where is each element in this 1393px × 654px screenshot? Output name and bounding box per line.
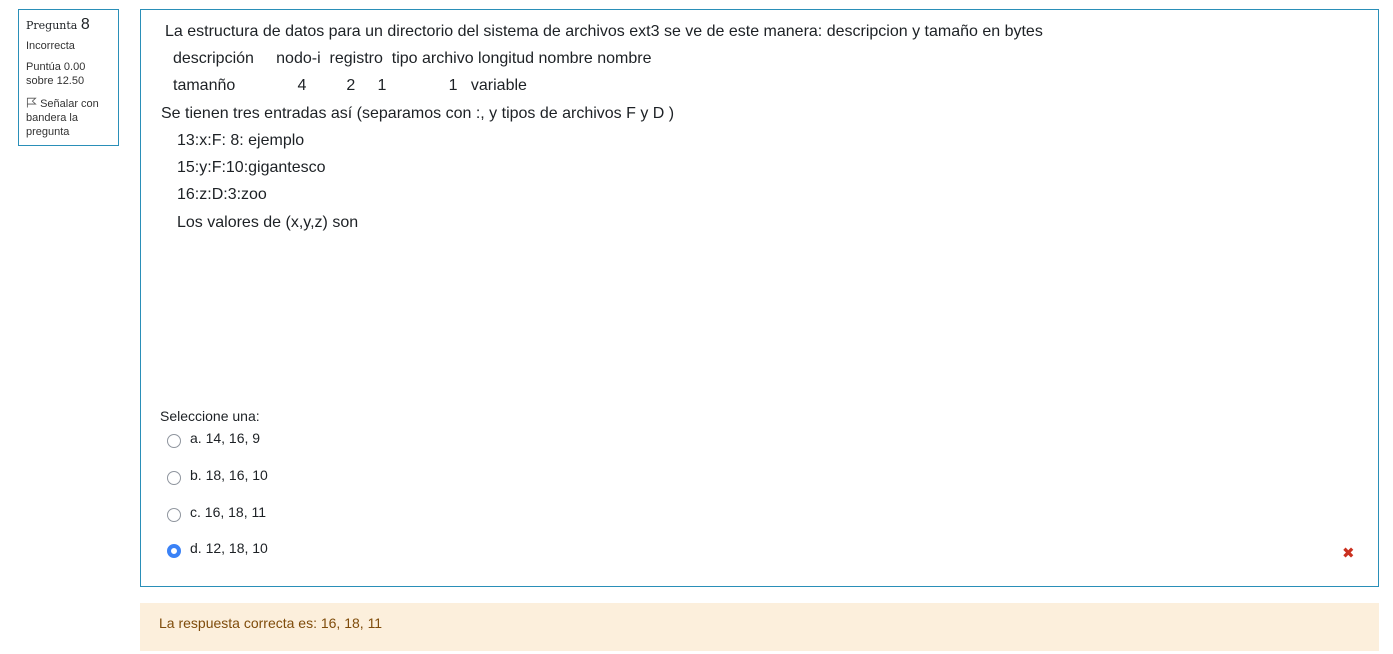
correct-answer-text: La respuesta correcta es: 16, 18, 11 — [159, 615, 383, 631]
radio-button[interactable] — [167, 471, 181, 485]
cross-icon: ✖ — [1342, 545, 1355, 562]
question-state: Incorrecta — [26, 40, 75, 52]
question-text-line: 15:y:F:10:gigantesco — [177, 159, 326, 176]
grade-line-2: sobre 12.50 — [26, 75, 85, 87]
answer-option-label: b. 18, 16, 10 — [190, 467, 268, 483]
answer-option-a[interactable]: a. 14, 16, 9 — [167, 428, 260, 448]
question-label: Pregunta — [26, 19, 78, 32]
answer-option-label: a. 14, 16, 9 — [190, 430, 261, 446]
radio-button[interactable] — [167, 434, 181, 448]
grade-line-1: Puntúa 0.00 — [26, 61, 86, 73]
question-text-line: Los valores de (x,y,z) son — [177, 214, 359, 231]
question-number: Pregunta 8 — [26, 16, 111, 33]
question-text-line: 16:z:D:3:zoo — [177, 186, 267, 203]
question-info-panel: Pregunta 8 Incorrecta Puntúa 0.00 sobre … — [18, 9, 119, 146]
question-grade: Puntúa 0.00 sobre 12.50 — [26, 60, 111, 88]
question-text-line: 13:x:F: 8: ejemplo — [177, 132, 305, 149]
answer-option-d[interactable]: d. 12, 18, 10 — [167, 538, 268, 558]
radio-button[interactable] — [167, 508, 181, 522]
answer-option-label: d. 12, 18, 10 — [190, 540, 268, 556]
answer-option-c[interactable]: c. 16, 18, 11 — [167, 502, 266, 522]
flag-outline-icon — [26, 97, 37, 108]
question-number-value: 8 — [80, 16, 90, 33]
question-text-line: La estructura de datos para un directori… — [165, 23, 1043, 40]
answer-prompt: Seleccione una: — [160, 408, 260, 424]
question-text-line: descripción nodo-i registro tipo archivo… — [173, 50, 652, 67]
answer-option-b[interactable]: b. 18, 16, 10 — [167, 465, 268, 485]
radio-button-selected[interactable] — [167, 544, 181, 558]
question-text-line: tamanño 4 2 1 1 variable — [173, 77, 527, 94]
correct-answer-feedback: La respuesta correcta es: 16, 18, 11 — [140, 603, 1379, 651]
flag-question-label: Señalar con bandera la pregunta — [26, 98, 99, 138]
question-text-line: Se tienen tres entradas así (separamos c… — [161, 105, 675, 122]
flag-question-link[interactable]: Señalar con bandera la pregunta — [26, 97, 111, 139]
answer-option-label: c. 16, 18, 11 — [190, 504, 267, 520]
question-content: La estructura de datos para un directori… — [140, 9, 1379, 587]
